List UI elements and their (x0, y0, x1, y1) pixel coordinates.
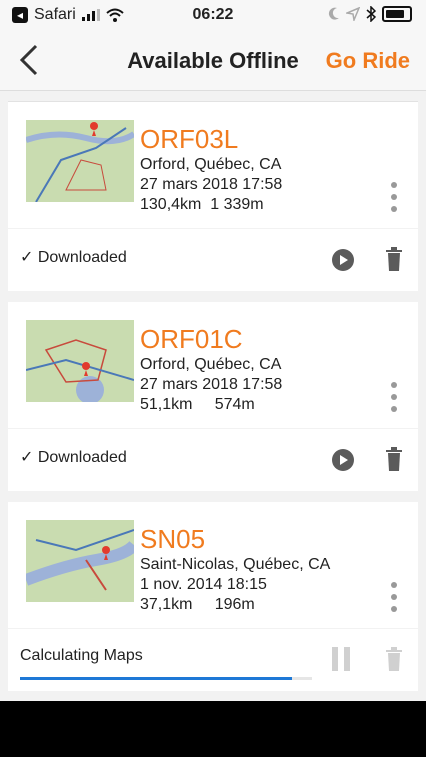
route-stats: 51,1km 574m (140, 396, 255, 414)
route-distance: 51,1km (140, 396, 193, 413)
route-date: 1 nov. 2014 18:15 (140, 576, 267, 593)
route-map-thumbnail (26, 120, 134, 202)
status-bar: ◂ Safari 06:22 (0, 0, 426, 30)
route-title: ORF01C (140, 324, 243, 354)
moon-icon (328, 7, 339, 20)
route-status-row: ✓ Downloaded (8, 229, 418, 291)
route-status-row: Calculating Maps (8, 629, 418, 691)
offline-route-list: ORF03L Orford, Québec, CA 27 mars 2018 1… (8, 91, 426, 701)
more-options-icon[interactable] (390, 582, 398, 616)
route-card-content[interactable]: SN05 Saint-Nicolas, Québec, CA 1 nov. 20… (8, 502, 418, 628)
route-calculating-status: Calculating Maps (8, 629, 418, 691)
route-download-status: ✓ Downloaded (8, 229, 418, 291)
calculating-status-label: Calculating Maps (20, 647, 143, 664)
route-location: Orford, Québec, CA (140, 356, 282, 373)
route-card-orf03l[interactable]: ORF03L Orford, Québec, CA 27 mars 2018 1… (8, 102, 418, 228)
route-date: 27 mars 2018 17:58 (140, 376, 283, 393)
route-status-row: ✓ Downloaded (8, 429, 418, 491)
trash-icon[interactable] (386, 647, 402, 671)
route-title: ORF03L (140, 124, 239, 154)
bluetooth-icon (366, 6, 376, 22)
route-card-content[interactable]: ORF03L Orford, Québec, CA 27 mars 2018 1… (8, 102, 418, 228)
trash-icon[interactable] (386, 447, 402, 471)
nav-bar: Available Offline Go Ride (0, 30, 426, 91)
route-stats: 130,4km 1 339m (140, 196, 264, 214)
route-download-status: ✓ Downloaded (8, 429, 418, 491)
battery-icon (382, 6, 412, 22)
route-card-content[interactable]: ORF01C Orford, Québec, CA 27 mars 2018 1… (8, 302, 418, 428)
route-location: Saint-Nicolas, Québec, CA (140, 556, 331, 573)
play-button[interactable] (332, 449, 354, 471)
route-date: 27 mars 2018 17:58 (140, 176, 283, 193)
route-elevation: 1 339m (210, 196, 264, 213)
route-card-orf01c[interactable]: ORF01C Orford, Québec, CA 27 mars 2018 1… (8, 302, 418, 428)
progress-bar (20, 677, 312, 680)
route-card-sn05[interactable]: SN05 Saint-Nicolas, Québec, CA 1 nov. 20… (8, 502, 418, 628)
more-options-icon[interactable] (390, 382, 398, 416)
route-stats: 37,1km 196m (140, 596, 255, 614)
route-location: Orford, Québec, CA (140, 156, 282, 173)
route-elevation: 196m (214, 596, 255, 613)
route-distance: 130,4km (140, 196, 202, 213)
go-ride-button[interactable]: Go Ride (326, 48, 410, 74)
progress-fill (20, 677, 292, 680)
pause-icon[interactable] (332, 647, 352, 671)
trash-icon[interactable] (386, 247, 402, 271)
location-icon (346, 7, 360, 21)
more-options-icon[interactable] (390, 182, 398, 216)
route-title: SN05 (140, 524, 206, 554)
route-elevation: 574m (214, 396, 255, 413)
download-status-label: ✓ Downloaded (20, 449, 127, 466)
route-map-thumbnail (26, 320, 134, 402)
route-map-thumbnail (26, 520, 134, 602)
bottom-black-bar (0, 701, 426, 757)
play-button[interactable] (332, 249, 354, 271)
download-status-label: ✓ Downloaded (20, 249, 127, 266)
status-right (328, 6, 412, 22)
route-distance: 37,1km (140, 596, 193, 613)
